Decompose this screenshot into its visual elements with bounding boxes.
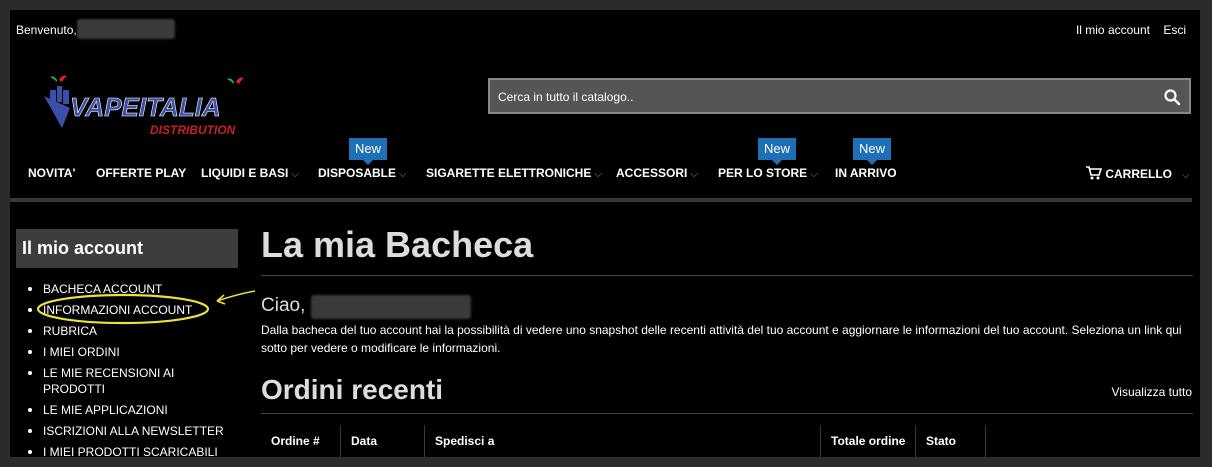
new-badge-in-arrivo: New [853, 138, 892, 165]
main-nav: NOVITA' OFFERTE PLAY LIQUIDI E BASI ⌵ New… [10, 138, 1200, 198]
chevron-down-icon: ⌵ [594, 169, 602, 180]
column-date[interactable]: Data [341, 425, 425, 457]
divider [261, 413, 1193, 414]
sidebar-item-newsletter[interactable]: ISCRIZIONI ALLA NEWSLETTER [25, 423, 240, 439]
divider [261, 275, 1193, 276]
dashboard-intro: Dalla bacheca del tuo account hai la pos… [261, 323, 1182, 355]
new-badge-disposable: New [349, 138, 388, 165]
sidebar-item-rubrica[interactable]: RUBRICA [25, 323, 240, 339]
nav-divider [10, 198, 1192, 202]
nav-item-novita[interactable]: NOVITA' [28, 166, 75, 180]
nav-item-liquidi-e-basi[interactable]: LIQUIDI E BASI ⌵ [201, 166, 299, 180]
column-actions [986, 425, 1193, 457]
new-badge-per-lo-store: New [758, 138, 797, 165]
cart-icon [1086, 166, 1103, 180]
top-bar: Benvenuto, Il mio account Esci [10, 10, 1200, 48]
nav-item-accessori[interactable]: ACCESSORI ⌵ [616, 166, 698, 180]
search-icon[interactable] [1163, 88, 1181, 106]
sidebar-item-bacheca-account[interactable]: BACHECA ACCOUNT [25, 281, 240, 297]
column-ship-to[interactable]: Spedisci a [425, 425, 821, 457]
nav-item-sigarette-elettroniche[interactable]: SIGARETTE ELETTRONICHE ⌵ [426, 166, 602, 180]
column-order-total[interactable]: Totale ordine [821, 425, 916, 457]
chevron-down-icon: ⌵ [690, 169, 698, 180]
my-account-link[interactable]: Il mio account [1076, 23, 1150, 37]
nav-item-in-arrivo[interactable]: IN ARRIVO [835, 166, 897, 180]
search-input[interactable] [490, 80, 1160, 114]
nav-item-disposable[interactable]: DISPOSABLE ⌵ [318, 166, 407, 180]
blurred-customer-name [311, 295, 471, 319]
column-order-number[interactable]: Ordine # [261, 425, 341, 457]
view-all-link[interactable]: Visualizza tutto [1112, 385, 1193, 399]
search-bar [488, 78, 1191, 114]
page-frame: Benvenuto, Il mio account Esci VAPEITALI… [10, 10, 1200, 457]
logout-link[interactable]: Esci [1163, 23, 1186, 37]
chevron-down-icon: ⌵ [1182, 170, 1190, 181]
blurred-username [77, 19, 175, 39]
chevron-down-icon: ⌵ [291, 169, 299, 180]
column-status[interactable]: Stato [916, 425, 986, 457]
chevron-down-icon: ⌵ [399, 169, 407, 180]
cart-label: CARRELLO [1105, 167, 1173, 181]
welcome-text: Benvenuto, [16, 23, 77, 37]
nav-item-offerte-play[interactable]: OFFERTE PLAY [96, 166, 186, 180]
recent-orders-title: Ordini recenti [261, 374, 444, 405]
chevron-down-icon: ⌵ [810, 169, 818, 180]
vapeitalia-logo[interactable]: VAPEITALIA DISTRIBUTION [40, 68, 270, 138]
sidebar-item-recensioni[interactable]: LE MIE RECENSIONI AI PRODOTTI [25, 365, 183, 397]
sidebar-item-informazioni-account[interactable]: INFORMAZIONI ACCOUNT [25, 302, 240, 318]
greeting: Ciao, [261, 295, 306, 316]
top-links: Il mio account Esci [1066, 23, 1186, 37]
nav-item-per-lo-store[interactable]: PER LO STORE ⌵ [718, 166, 818, 180]
sidebar-menu: BACHECA ACCOUNT INFORMAZIONI ACCOUNT RUB… [25, 281, 240, 457]
sidebar-title: Il mio account [16, 229, 238, 268]
page-title: La mia Bacheca [261, 224, 534, 265]
logo-main-text: VAPEITALIA [70, 92, 221, 122]
cart-button[interactable]: CARRELLO ⌵ [1086, 166, 1190, 181]
orders-table-header: Ordine # Data Spedisci a Totale ordine S… [261, 425, 1193, 457]
sidebar-item-i-miei-ordini[interactable]: I MIEI ORDINI [25, 344, 240, 360]
sidebar-item-applicazioni[interactable]: LE MIE APPLICAZIONI [25, 402, 240, 418]
sidebar-item-prodotti-scaricabili[interactable]: I MIEI PRODOTTI SCARICABILI [25, 444, 240, 457]
logo-sub-text: DISTRIBUTION [150, 123, 236, 137]
